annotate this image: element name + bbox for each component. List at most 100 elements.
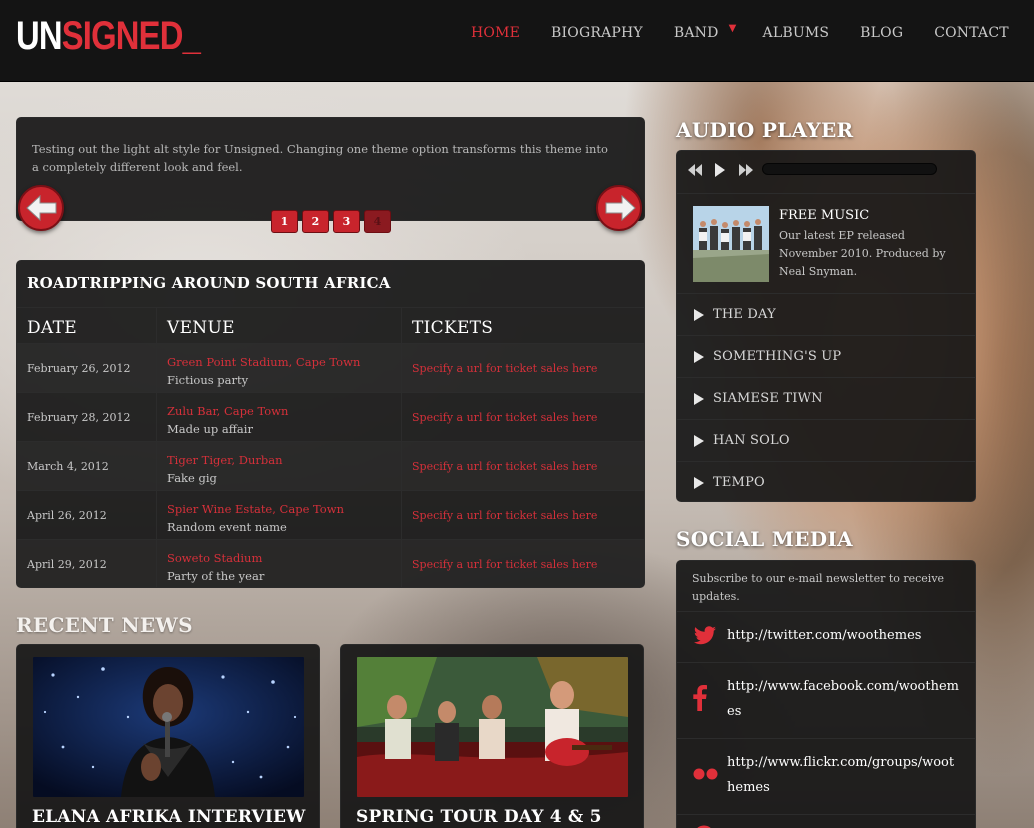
- slider-prev-button[interactable]: [18, 185, 64, 231]
- nav-item-contact[interactable]: CONTACT: [934, 25, 1009, 41]
- album-cover[interactable]: [693, 206, 769, 282]
- table-row: April 29, 2012 Soweto Stadium Party of th…: [17, 539, 644, 587]
- main-navigation: HOME BIOGRAPHY BAND ▼ ALBUMS BLOG CONTAC…: [471, 23, 1034, 41]
- row-date: April 29, 2012: [27, 558, 107, 571]
- nav-item-band-label: BAND: [673, 25, 719, 41]
- venue-link[interactable]: Soweto Stadium: [167, 549, 264, 567]
- ticket-link[interactable]: Specify a url for ticket sales here: [412, 558, 597, 571]
- play-icon: [694, 435, 704, 447]
- row-date: April 26, 2012: [27, 509, 107, 522]
- nav-item-home[interactable]: HOME: [471, 25, 520, 41]
- chevron-down-icon: ▼: [728, 23, 737, 34]
- site-header: UNSIGNED_ HOME BIOGRAPHY BAND ▼ ALBUMS B…: [0, 0, 1034, 82]
- news-image-spring-tour[interactable]: [357, 657, 628, 797]
- ticket-link[interactable]: Specify a url for ticket sales here: [412, 509, 597, 522]
- nav-item-band[interactable]: BAND ▼: [673, 23, 736, 41]
- event-name: Random event name: [167, 520, 287, 534]
- slider-next-button[interactable]: [596, 185, 642, 231]
- track-name: TEMPO: [713, 475, 765, 490]
- slider-page-3[interactable]: 3: [333, 210, 360, 233]
- event-name: Made up affair: [167, 422, 253, 436]
- row-date: February 26, 2012: [27, 362, 131, 375]
- event-name: Party of the year: [167, 569, 265, 583]
- event-name: Fake gig: [167, 471, 217, 485]
- track-item[interactable]: SOMETHING'S UP: [677, 335, 975, 377]
- track-name: SOMETHING'S UP: [713, 349, 842, 364]
- ticket-link[interactable]: Specify a url for ticket sales here: [412, 460, 597, 473]
- recent-news-heading: RECENT NEWS: [16, 613, 193, 637]
- track-item[interactable]: TEMPO: [677, 461, 975, 503]
- play-icon: [694, 393, 704, 405]
- logo-text-red: SIGNED_: [61, 14, 201, 58]
- row-date: March 4, 2012: [27, 460, 109, 473]
- venue-link[interactable]: Green Point Stadium, Cape Town: [167, 353, 360, 371]
- facebook-icon: [693, 685, 707, 711]
- twitter-link[interactable]: http://twitter.com/woothemes: [727, 623, 962, 648]
- ticket-link[interactable]: Specify a url for ticket sales here: [412, 362, 597, 375]
- news-title[interactable]: SPRING TOUR DAY 4 & 5: [356, 807, 602, 827]
- nav-item-albums[interactable]: ALBUMS: [763, 25, 830, 41]
- column-header-date: DATE: [27, 318, 77, 338]
- play-icon[interactable]: [714, 163, 726, 177]
- progress-bar[interactable]: [762, 163, 937, 175]
- flickr-link[interactable]: http://www.flickr.com/groups/woothemes: [727, 750, 962, 800]
- event-name: Fictious party: [167, 373, 249, 387]
- featured-description: Our latest EP released November 2010. Pr…: [779, 229, 946, 278]
- facebook-link[interactable]: http://www.facebook.com/woothemes: [727, 674, 962, 724]
- featured-album: FREE MUSIC Our latest EP released Novemb…: [677, 193, 975, 293]
- news-image-elana[interactable]: [33, 657, 304, 797]
- track-item[interactable]: THE DAY: [677, 293, 975, 335]
- venue-link[interactable]: Spier Wine Estate, Cape Town: [167, 500, 344, 518]
- slider-pagination: 1 2 3 4: [271, 210, 395, 233]
- social-link-facebook[interactable]: http://www.facebook.com/woothemes: [677, 662, 975, 738]
- play-icon: [694, 351, 704, 363]
- tour-table-header: DATE VENUE TICKETS: [17, 307, 644, 343]
- slider-text: Testing out the light alt style for Unsi…: [32, 142, 608, 174]
- column-header-tickets: TICKETS: [412, 318, 494, 338]
- slider-page-4[interactable]: 4: [364, 210, 391, 233]
- arrow-left-icon: [26, 194, 57, 222]
- slider-page-2[interactable]: 2: [302, 210, 329, 233]
- social-link-more[interactable]: [677, 814, 975, 828]
- nav-item-blog[interactable]: BLOG: [860, 25, 903, 41]
- flickr-icon: [693, 768, 718, 780]
- nav-item-biography[interactable]: BIOGRAPHY: [551, 25, 643, 41]
- news-card[interactable]: SPRING TOUR DAY 4 & 5: [340, 644, 644, 828]
- track-name: THE DAY: [713, 307, 776, 322]
- venue-link[interactable]: Zulu Bar, Cape Town: [167, 402, 288, 420]
- column-divider: [156, 307, 157, 587]
- news-card[interactable]: ELANA AFRIKA INTERVIEW: [16, 644, 320, 828]
- twitter-icon: [694, 626, 716, 645]
- track-item[interactable]: SIAMESE TIWN: [677, 377, 975, 419]
- arrow-right-icon: [605, 194, 636, 222]
- social-link-twitter[interactable]: http://twitter.com/woothemes: [677, 611, 975, 662]
- featured-title: FREE MUSIC: [779, 208, 870, 223]
- audio-player-heading: AUDIO PLAYER: [676, 118, 854, 142]
- tour-dates-panel: ROADTRIPPING AROUND SOUTH AFRICA DATE VE…: [16, 260, 645, 588]
- track-item[interactable]: HAN SOLO: [677, 419, 975, 461]
- featured-slider: Testing out the light alt style for Unsi…: [16, 117, 645, 221]
- play-icon: [694, 309, 704, 321]
- fast-forward-icon[interactable]: [738, 163, 754, 177]
- slider-page-1[interactable]: 1: [271, 210, 298, 233]
- site-logo[interactable]: UNSIGNED_: [16, 12, 201, 60]
- newsletter-intro: Subscribe to our e-mail newsletter to re…: [692, 572, 945, 603]
- track-name: HAN SOLO: [713, 433, 790, 448]
- social-media-panel: Subscribe to our e-mail newsletter to re…: [676, 560, 976, 828]
- tour-title: ROADTRIPPING AROUND SOUTH AFRICA: [27, 274, 391, 292]
- table-row: April 26, 2012 Spier Wine Estate, Cape T…: [17, 490, 644, 539]
- row-date: February 28, 2012: [27, 411, 131, 424]
- ticket-link[interactable]: Specify a url for ticket sales here: [412, 411, 597, 424]
- table-row: March 4, 2012 Tiger Tiger, Durban Fake gi…: [17, 441, 644, 490]
- social-media-heading: SOCIAL MEDIA: [676, 527, 853, 551]
- venue-link[interactable]: Tiger Tiger, Durban: [167, 451, 282, 469]
- play-icon: [694, 477, 704, 489]
- news-title[interactable]: ELANA AFRIKA INTERVIEW: [32, 807, 306, 827]
- column-divider: [401, 307, 402, 587]
- logo-text-white: UN: [16, 14, 63, 58]
- table-row: February 26, 2012 Green Point Stadium, C…: [17, 343, 644, 392]
- column-header-venue: VENUE: [167, 318, 235, 338]
- social-link-flickr[interactable]: http://www.flickr.com/groups/woothemes: [677, 738, 975, 814]
- table-row: February 28, 2012 Zulu Bar, Cape Town Mad…: [17, 392, 644, 441]
- rewind-icon[interactable]: [687, 163, 703, 177]
